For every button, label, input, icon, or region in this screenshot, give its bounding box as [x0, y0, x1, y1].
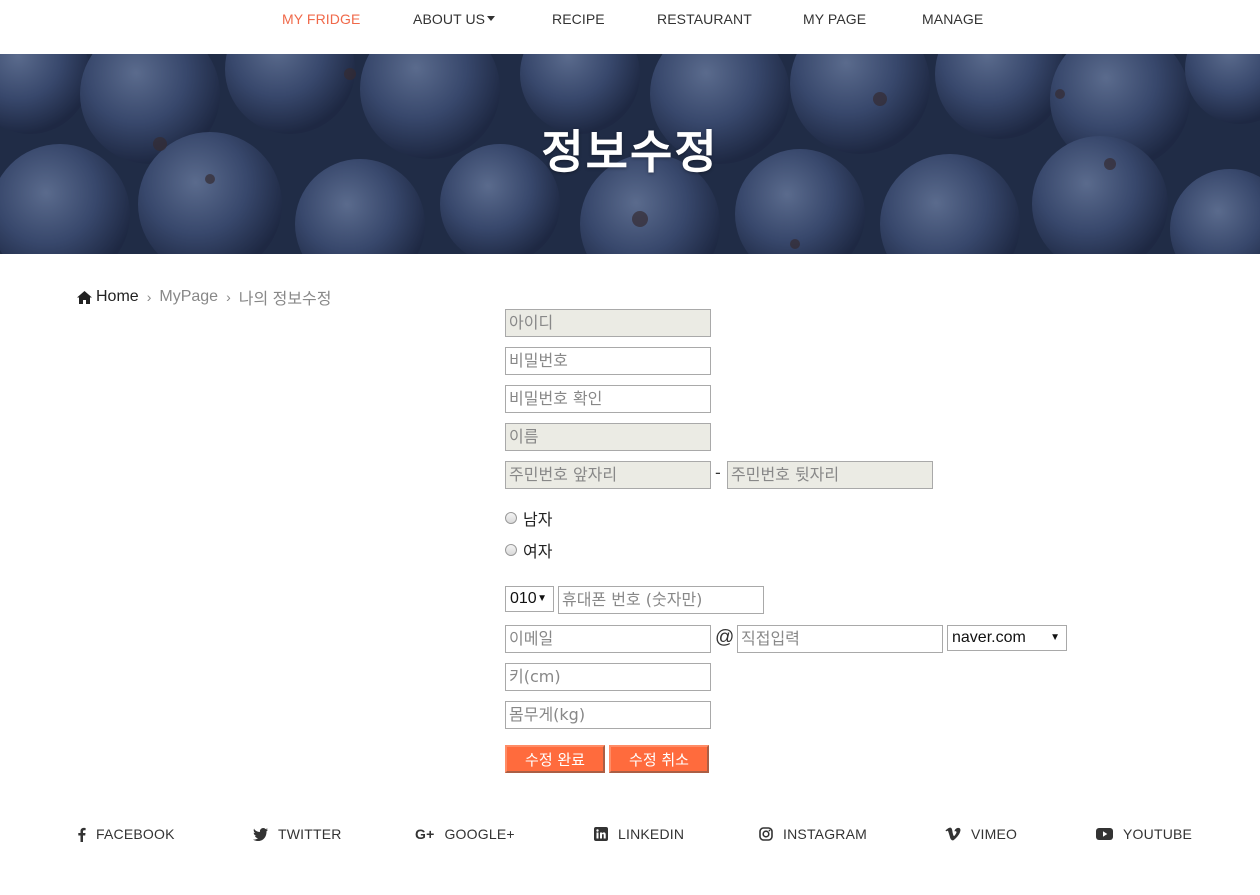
nav-my-page[interactable]: MY PAGE: [803, 11, 866, 27]
name-field[interactable]: 이름: [505, 423, 711, 451]
nav-about-us[interactable]: ABOUT US: [413, 11, 496, 27]
social-link-google-plus[interactable]: G+ GOOGLE+: [415, 826, 515, 842]
top-navbar: MY FRIDGE ABOUT US RECIPE RESTAURANT MY …: [0, 0, 1260, 54]
linkedin-icon: [594, 827, 608, 841]
page-title: 정보수정: [541, 125, 719, 179]
weight-field[interactable]: 몸무게(kg): [505, 701, 711, 729]
social-link-vimeo[interactable]: VIMEO: [945, 826, 1017, 842]
email-domain-value: naver.com: [952, 629, 1026, 646]
phone-prefix-select[interactable]: 010 ▼: [505, 586, 554, 612]
ssn-back-field[interactable]: 주민번호 뒷자리: [727, 461, 933, 489]
social-link-facebook[interactable]: FACEBOOK: [77, 826, 175, 842]
ssn-dash: -: [715, 463, 721, 482]
cancel-edit-button[interactable]: 수정 취소: [609, 745, 709, 773]
social-link-linkedin[interactable]: LINKEDIN: [594, 826, 684, 842]
breadcrumb-item-current: 나의 정보수정: [238, 291, 332, 308]
social-link-instagram[interactable]: INSTAGRAM: [759, 826, 867, 842]
dropdown-arrow-icon: ▼: [537, 593, 547, 604]
nav-recipe[interactable]: RECIPE: [552, 11, 605, 27]
social-label: GOOGLE+: [444, 826, 515, 842]
twitter-icon: [253, 827, 268, 841]
nav-restaurant[interactable]: RESTAURANT: [657, 11, 752, 27]
social-label: LINKEDIN: [618, 826, 685, 842]
social-link-youtube[interactable]: YOUTUBE: [1096, 826, 1192, 842]
radio-circle-icon: [505, 512, 517, 524]
youtube-icon: [1096, 828, 1113, 840]
breadcrumb: Home › MyPage › 나의 정보수정: [77, 285, 332, 309]
social-label: VIMEO: [971, 826, 1018, 842]
nav-manage[interactable]: MANAGE: [922, 11, 983, 27]
password-confirm-field[interactable]: 비밀번호 확인: [505, 385, 711, 413]
password-field[interactable]: 비밀번호: [505, 347, 711, 375]
breadcrumb-item-mypage[interactable]: MyPage: [159, 288, 218, 306]
gender-female-radio[interactable]: 여자: [505, 538, 552, 562]
submit-edit-button[interactable]: 수정 완료: [505, 745, 605, 773]
vimeo-icon: [945, 827, 961, 841]
gender-male-label: 남자: [523, 510, 553, 529]
id-field[interactable]: 아이디: [505, 309, 711, 337]
social-label: INSTAGRAM: [783, 826, 867, 842]
dropdown-arrow-icon: ▼: [1050, 632, 1060, 643]
gender-male-radio[interactable]: 남자: [505, 506, 552, 530]
social-label: YOUTUBE: [1123, 826, 1193, 842]
home-icon: [77, 290, 92, 304]
gender-female-label: 여자: [523, 542, 553, 561]
breadcrumb-home[interactable]: Home: [77, 288, 139, 306]
phone-prefix-value: 010: [510, 590, 537, 607]
caret-down-icon: [487, 15, 496, 21]
social-link-twitter[interactable]: TWITTER: [253, 826, 342, 842]
ssn-front-field[interactable]: 주민번호 앞자리: [505, 461, 711, 489]
nav-my-fridge[interactable]: MY FRIDGE: [282, 11, 360, 27]
breadcrumb-home-label: Home: [96, 288, 139, 305]
google-plus-icon: G+: [415, 826, 435, 842]
chevron-right-icon: ›: [226, 289, 231, 305]
phone-number-field[interactable]: 휴대폰 번호 (숫자만): [558, 586, 764, 614]
email-domain-select[interactable]: naver.com ▼: [947, 625, 1067, 651]
social-label: TWITTER: [278, 826, 342, 842]
chevron-right-icon: ›: [146, 289, 152, 305]
footer-social-links: FACEBOOK TWITTER G+ GOOGLE+ LINKEDIN INS…: [0, 822, 1260, 852]
email-field[interactable]: 이메일: [505, 625, 711, 653]
height-field[interactable]: 키(cm): [505, 663, 711, 691]
nav-about-us-label: ABOUT US: [413, 11, 486, 27]
instagram-icon: [759, 827, 773, 841]
social-label: FACEBOOK: [96, 826, 175, 842]
email-at-sign: @: [715, 627, 735, 648]
email-domain-field[interactable]: 직접입력: [737, 625, 943, 653]
radio-circle-icon: [505, 544, 517, 556]
facebook-icon: [77, 827, 86, 842]
hero-banner: 정보수정: [0, 54, 1260, 254]
